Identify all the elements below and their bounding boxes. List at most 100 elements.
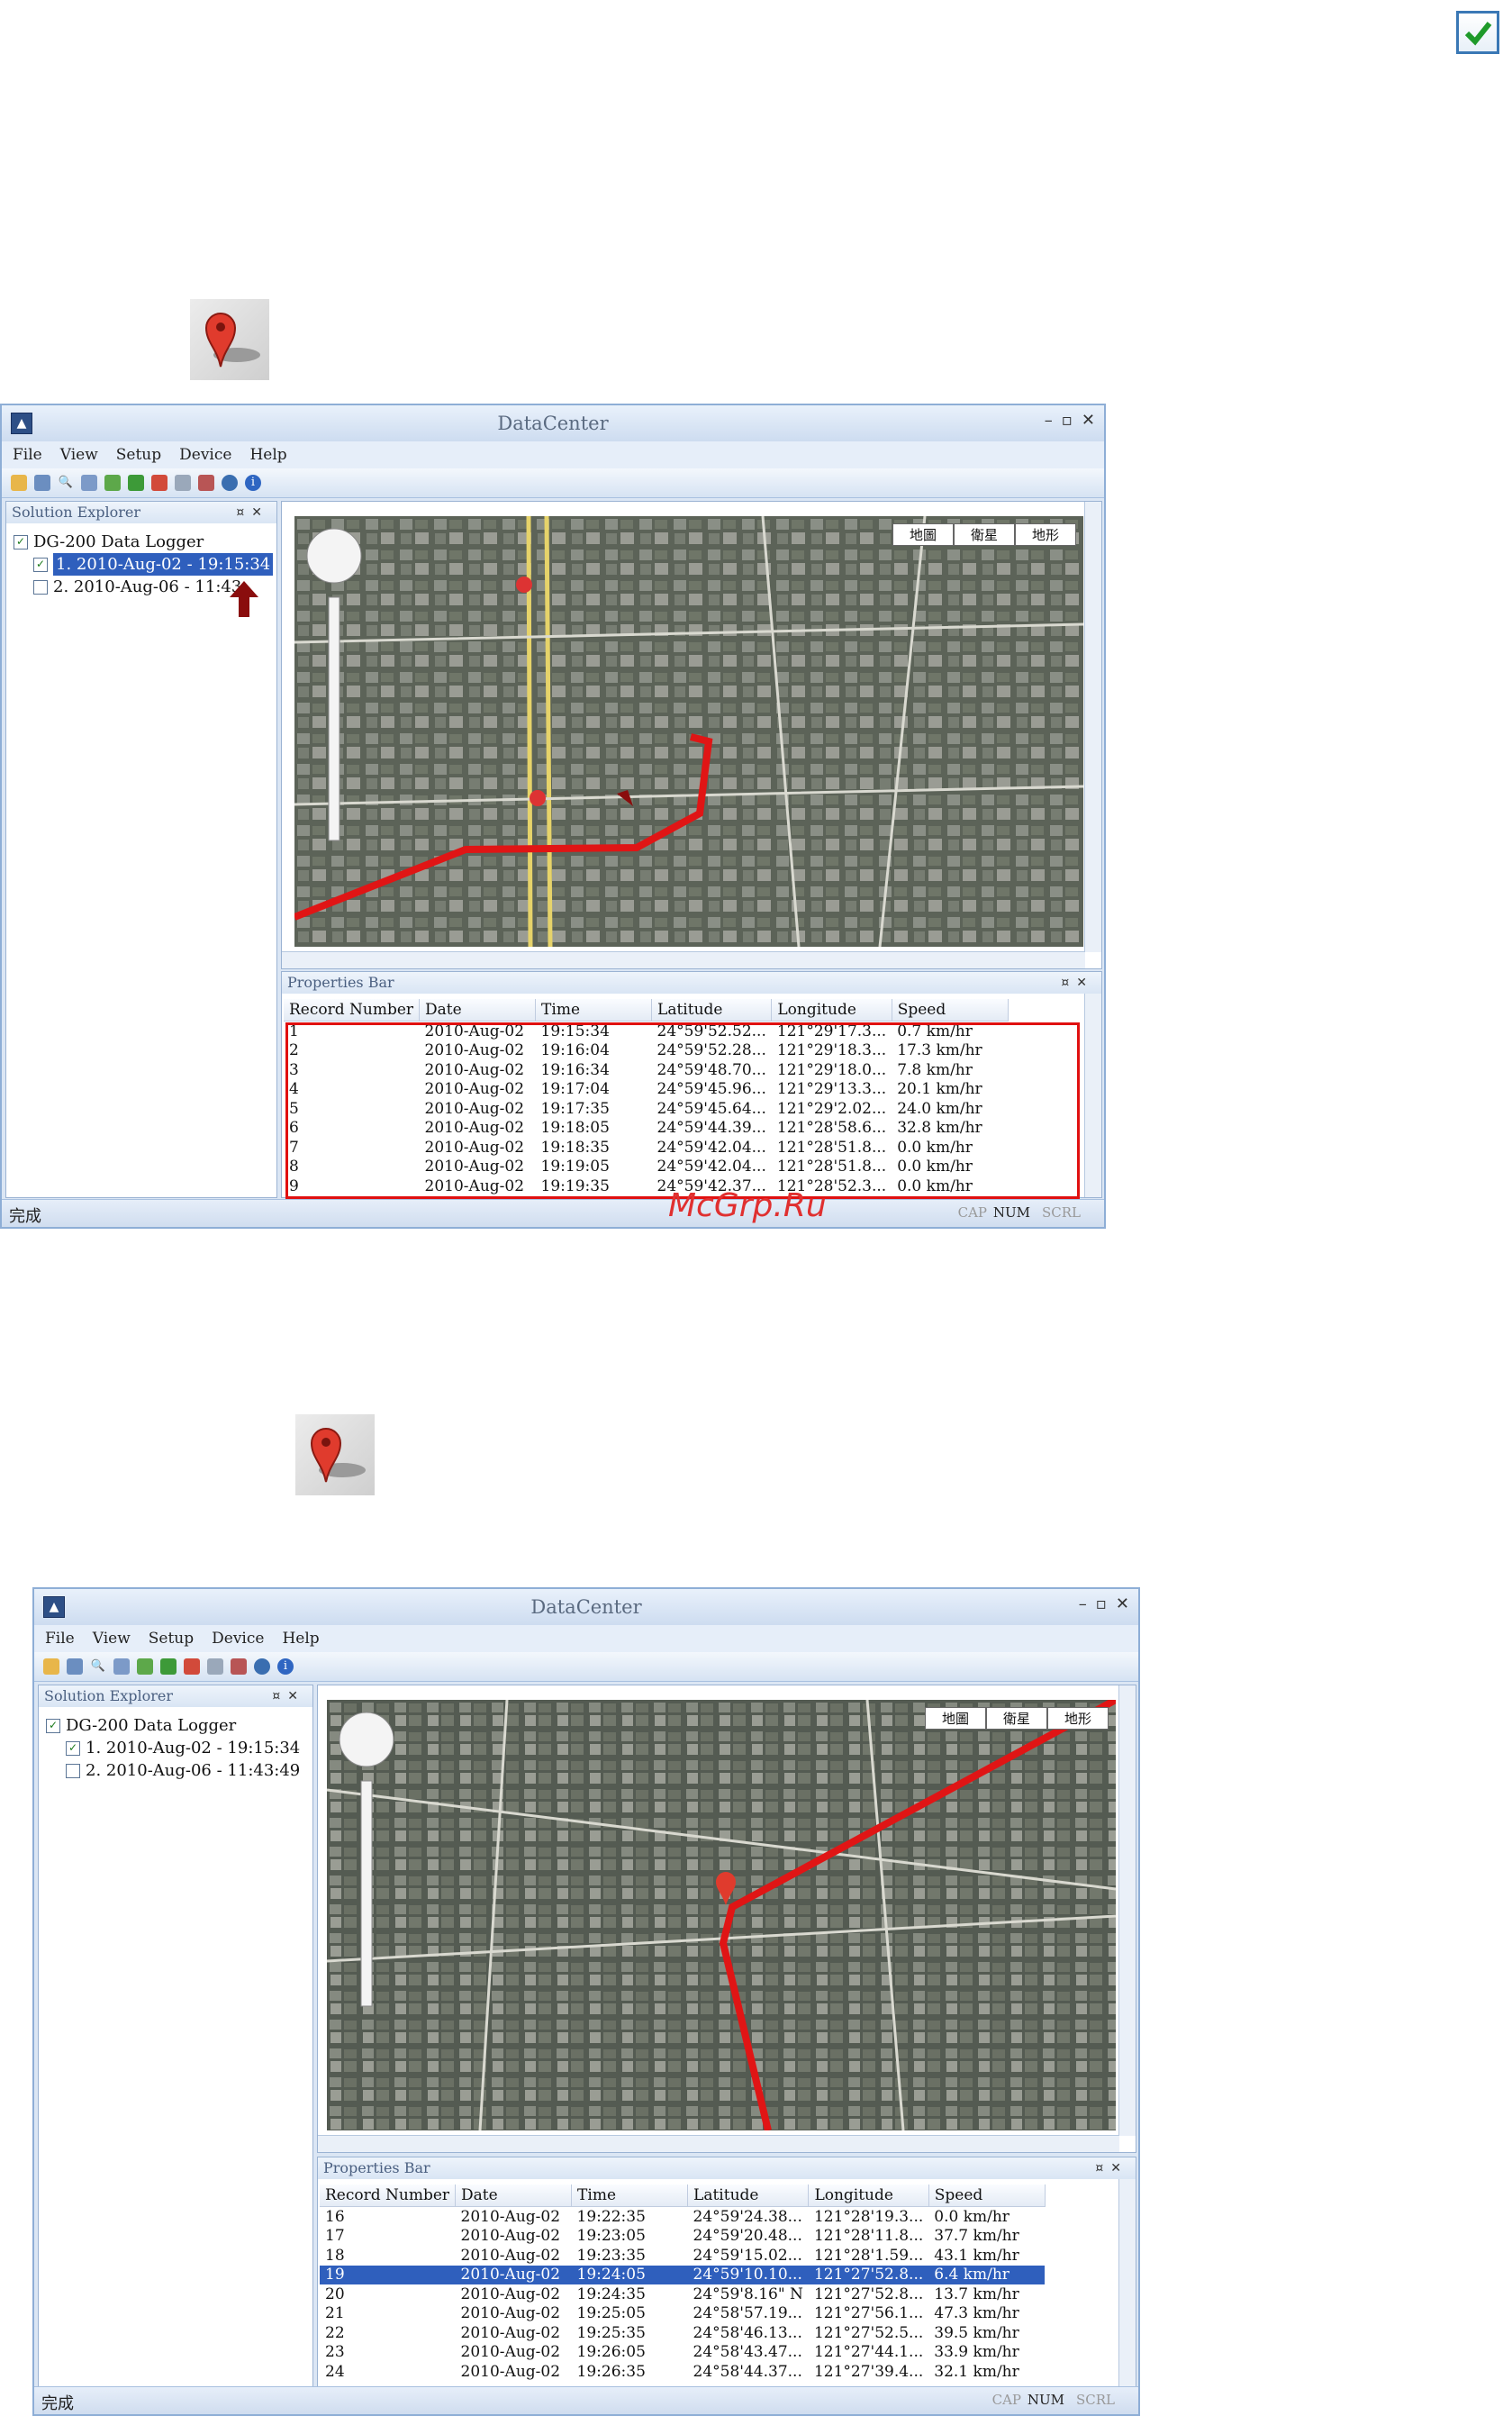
col-date[interactable]: Date — [419, 999, 537, 1022]
search-icon[interactable]: 🔍 — [58, 475, 74, 491]
col-time[interactable]: Time — [571, 2184, 689, 2207]
map-export-icon[interactable] — [231, 1658, 247, 1675]
tree-item[interactable]: ✓ 1. 2010-Aug-02 - 19:15:34 — [46, 1737, 300, 1759]
checkbox[interactable]: ✓ — [46, 1718, 60, 1733]
menu-view[interactable]: View — [60, 446, 98, 464]
menu-file[interactable]: File — [45, 1630, 75, 1648]
menu-device[interactable]: Device — [179, 446, 231, 464]
open-folder-icon[interactable] — [43, 1658, 59, 1675]
upload-icon[interactable] — [104, 475, 121, 491]
table-row[interactable]: 17 2010-Aug-02 19:23:05 24°59'20.48... 121°2… — [320, 2227, 1045, 2247]
window-title: DataCenter — [497, 413, 609, 434]
maximize-button[interactable]: ▫ — [1096, 1594, 1107, 1613]
tab-satellite[interactable]: 衛星 — [953, 523, 1015, 546]
map-vertical-scrollbar[interactable] — [1118, 1685, 1136, 2136]
close-button[interactable]: ✕ — [1082, 411, 1095, 430]
table-row[interactable]: 19 2010-Aug-02 19:24:05 24°59'10.10... 121°2… — [320, 2265, 1046, 2284]
table-row[interactable]: 16 2010-Aug-02 19:22:35 24°59'24.38... 121°2… — [320, 2207, 1045, 2227]
tree-root[interactable]: ✓ DG-200 Data Logger — [46, 1714, 300, 1737]
tree-view: ✓ DG-200 Data Logger ✓ 1. 2010-Aug-02 - 19… — [46, 1714, 300, 1782]
pane-pin-close-buttons[interactable]: ¤✕ — [272, 1685, 305, 1707]
globe-icon[interactable] — [254, 1658, 270, 1675]
map-horizontal-scrollbar[interactable] — [282, 951, 1085, 968]
tree-root[interactable]: ✓ DG-200 Data Logger — [14, 531, 273, 553]
col-speed[interactable]: Speed — [928, 2184, 1046, 2207]
maximize-button[interactable]: ▫ — [1062, 411, 1073, 430]
menu-help[interactable]: Help — [282, 1630, 319, 1648]
tab-terrain[interactable]: 地形 — [1014, 523, 1076, 546]
tab-map[interactable]: 地圖 — [892, 523, 954, 546]
map-pane: 地圖 衛星 地形 — [281, 501, 1102, 969]
satellite-map[interactable]: 地圖 衛星 地形 — [327, 1700, 1116, 2130]
map-export-icon[interactable] — [198, 475, 214, 491]
upload-icon[interactable] — [137, 1658, 153, 1675]
search-icon[interactable]: 🔍 — [90, 1658, 106, 1675]
save-icon[interactable] — [67, 1658, 83, 1675]
table-vertical-scrollbar[interactable] — [1118, 2179, 1136, 2386]
settings-icon[interactable] — [207, 1658, 223, 1675]
globe-icon[interactable] — [222, 475, 238, 491]
delete-icon[interactable] — [151, 475, 167, 491]
menu-view[interactable]: View — [93, 1630, 131, 1648]
col-latitude[interactable]: Latitude — [651, 999, 773, 1022]
col-time[interactable]: Time — [535, 999, 653, 1022]
info-icon[interactable]: i — [245, 475, 261, 491]
satellite-map[interactable]: 地圖 衛星 地形 — [294, 516, 1083, 947]
table-row[interactable]: 18 2010-Aug-02 19:23:35 24°59'15.02... 121°2… — [320, 2246, 1045, 2266]
map-pin-icon — [295, 1414, 375, 1495]
tree-item[interactable]: 2. 2010-Aug-06 - 11:43:49 — [46, 1759, 300, 1782]
col-latitude[interactable]: Latitude — [687, 2184, 810, 2207]
settings-icon[interactable] — [175, 475, 191, 491]
checkbox[interactable] — [33, 579, 48, 595]
menu-setup[interactable]: Setup — [116, 446, 161, 464]
col-speed[interactable]: Speed — [892, 999, 1009, 1022]
menu-help[interactable]: Help — [249, 446, 286, 464]
map-horizontal-scrollbar[interactable] — [318, 2135, 1119, 2152]
col-longitude[interactable]: Longitude — [808, 2184, 929, 2207]
checkbox[interactable]: ✓ — [14, 534, 28, 550]
import-icon[interactable] — [128, 475, 144, 491]
table-cell: 24°58'43.47... — [693, 2343, 802, 2362]
checkbox[interactable]: ✓ — [66, 1740, 80, 1756]
col-date[interactable]: Date — [455, 2184, 573, 2207]
table-cell: 2010-Aug-02 — [460, 2227, 561, 2246]
menu-device[interactable]: Device — [212, 1630, 264, 1648]
tree-root-label: DG-200 Data Logger — [33, 532, 204, 551]
checkbox[interactable]: ✓ — [33, 557, 48, 572]
status-text: 完成 — [9, 1207, 41, 1226]
table-row[interactable]: 23 2010-Aug-02 19:26:05 24°58'43.47... 121°2… — [320, 2343, 1045, 2363]
col-record-number[interactable]: Record Number — [284, 999, 421, 1022]
col-longitude[interactable]: Longitude — [771, 999, 892, 1022]
tree-item[interactable]: ✓ 1. 2010-Aug-02 - 19:15:34 — [14, 553, 274, 576]
open-folder-icon[interactable] — [11, 475, 27, 491]
import-icon[interactable] — [160, 1658, 177, 1675]
tab-terrain[interactable]: 地形 — [1046, 1707, 1109, 1730]
table-row[interactable]: 20 2010-Aug-02 19:24:35 24°59'8.16" N 121°27… — [320, 2284, 1045, 2304]
checkbox[interactable] — [66, 1763, 80, 1778]
pane-pin-close-buttons[interactable]: ¤✕ — [236, 502, 269, 523]
table-row[interactable]: 21 2010-Aug-02 19:25:05 24°58'57.19... 121°2… — [320, 2304, 1045, 2324]
scrl-indicator: SCRL — [1041, 1204, 1081, 1221]
menu-setup[interactable]: Setup — [149, 1630, 194, 1648]
map-vertical-scrollbar[interactable] — [1084, 502, 1101, 952]
menu-file[interactable]: File — [13, 446, 42, 464]
pane-pin-close-buttons[interactable]: ¤✕ — [1095, 2157, 1128, 2179]
pane-pin-close-buttons[interactable]: ¤✕ — [1061, 972, 1094, 994]
save-icon[interactable] — [34, 475, 50, 491]
tree-item-label: 1. 2010-Aug-02 - 19:15:34 — [53, 553, 274, 576]
table-cell: 17 — [325, 2227, 345, 2246]
download-icon[interactable] — [113, 1658, 130, 1675]
table-vertical-scrollbar[interactable] — [1084, 994, 1101, 1197]
info-icon[interactable]: i — [277, 1658, 294, 1675]
delete-icon[interactable] — [184, 1658, 200, 1675]
table-row[interactable]: 24 2010-Aug-02 19:26:35 24°58'44.37... 121°2… — [320, 2362, 1045, 2382]
minimize-button[interactable]: – — [1045, 411, 1053, 430]
minimize-button[interactable]: – — [1079, 1594, 1087, 1613]
tab-map[interactable]: 地圖 — [924, 1707, 986, 1730]
col-record-number[interactable]: Record Number — [320, 2184, 457, 2207]
tab-satellite[interactable]: 衛星 — [985, 1707, 1047, 1730]
table-row[interactable]: 22 2010-Aug-02 19:25:35 24°58'46.13... 121°2… — [320, 2323, 1045, 2343]
table-cell: 2010-Aug-02 — [460, 2207, 561, 2226]
download-icon[interactable] — [81, 475, 97, 491]
close-button[interactable]: ✕ — [1116, 1594, 1129, 1613]
